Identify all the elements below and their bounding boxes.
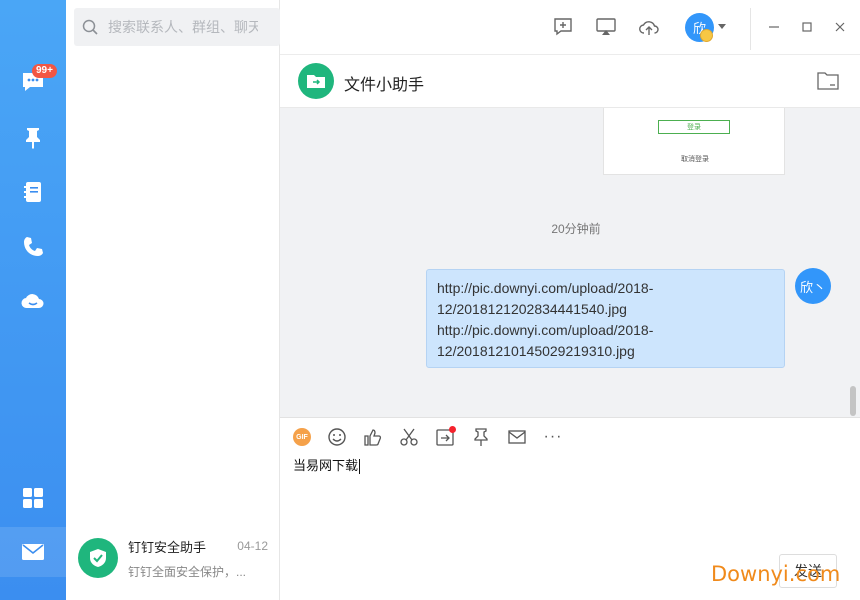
security-assistant-avatar bbox=[78, 538, 118, 578]
left-navigation: 99+ bbox=[0, 0, 66, 600]
share-button[interactable] bbox=[434, 426, 456, 448]
draft-text[interactable]: 当易网下载 bbox=[293, 458, 358, 473]
cloud-icon bbox=[21, 294, 44, 309]
timestamp-text: 20分钟前 bbox=[551, 222, 601, 236]
file-assistant-avatar[interactable] bbox=[298, 63, 334, 99]
sender-avatar[interactable]: 欣丶 bbox=[795, 268, 831, 304]
close-icon bbox=[835, 22, 845, 32]
image-login-button: 登录 bbox=[658, 120, 730, 134]
scissors-icon bbox=[400, 428, 418, 446]
conversation-list: 钉钉安全助手 04-12 钉钉全面安全保护，... bbox=[66, 0, 341, 600]
new-chat-button[interactable] bbox=[551, 15, 575, 39]
nav-calls[interactable] bbox=[0, 223, 66, 271]
phone-icon bbox=[24, 237, 43, 256]
nav-messages[interactable]: 99+ bbox=[0, 58, 66, 106]
like-button[interactable] bbox=[362, 426, 384, 448]
more-icon: ··· bbox=[543, 428, 563, 445]
image-message[interactable]: 登录 取消登录 bbox=[603, 108, 785, 175]
conversation-date: 04-12 bbox=[237, 539, 268, 553]
message-bubble[interactable]: http://pic.downyi.com/upload/2018- 12/20… bbox=[426, 269, 785, 368]
message-line[interactable]: http://pic.downyi.com/upload/2018- bbox=[437, 320, 774, 341]
toolbar-divider bbox=[750, 8, 751, 50]
mail-icon bbox=[22, 544, 44, 560]
message-input[interactable]: 当易网下载 bbox=[293, 455, 361, 475]
message-scrollbar[interactable] bbox=[850, 386, 856, 416]
screenshot-button[interactable] bbox=[398, 426, 420, 448]
minimize-button[interactable] bbox=[764, 17, 784, 37]
gif-button[interactable]: GIF bbox=[291, 426, 313, 448]
emoji-button[interactable] bbox=[326, 426, 348, 448]
unread-badge: 99+ bbox=[32, 64, 57, 78]
text-cursor bbox=[359, 459, 361, 475]
status-emoji-icon bbox=[700, 29, 713, 42]
notification-dot bbox=[449, 426, 456, 433]
cloud-upload-icon bbox=[639, 21, 659, 35]
pin-message-button[interactable] bbox=[470, 426, 492, 448]
shield-check-icon bbox=[90, 549, 106, 567]
nav-pinned[interactable] bbox=[0, 113, 66, 161]
email-button[interactable] bbox=[506, 426, 528, 448]
close-button[interactable] bbox=[830, 17, 850, 37]
message-area: 登录 取消登录 20分钟前 http://pic.downyi.com/uplo… bbox=[280, 108, 860, 417]
message-line[interactable]: 12/20181210145029219310.jpg bbox=[437, 341, 774, 362]
nav-contacts[interactable] bbox=[0, 168, 66, 216]
pushpin-icon bbox=[474, 428, 488, 446]
minimize-icon bbox=[769, 26, 779, 28]
maximize-button[interactable] bbox=[797, 17, 817, 37]
message-line[interactable]: 12/20181212028344415​40.jpg bbox=[437, 299, 774, 320]
conversation-item[interactable]: 钉钉安全助手 04-12 钉钉全面安全保护，... bbox=[66, 528, 276, 588]
message-line[interactable]: http://pic.downyi.com/upload/2018- bbox=[437, 278, 774, 299]
gif-icon: GIF bbox=[293, 428, 311, 446]
conversation-preview: 钉钉全面安全保护，... bbox=[128, 564, 247, 579]
image-cancel-text: 取消登录 bbox=[681, 156, 709, 163]
folder-transfer-icon bbox=[307, 75, 325, 88]
search-icon bbox=[82, 19, 98, 35]
message-timestamp: 20分钟前 bbox=[280, 220, 860, 237]
thumbs-up-icon bbox=[364, 429, 382, 446]
emoji-icon bbox=[328, 428, 346, 446]
chat-header: 文件小助手 bbox=[280, 54, 860, 108]
screen-cast-icon bbox=[596, 18, 616, 35]
screen-share-button[interactable] bbox=[594, 15, 618, 39]
folder-icon[interactable] bbox=[816, 70, 840, 92]
conversation-name: 钉钉安全助手 bbox=[128, 539, 207, 555]
pin-icon bbox=[26, 128, 40, 149]
nav-mail[interactable] bbox=[0, 527, 66, 577]
more-options-button[interactable]: ··· bbox=[542, 426, 564, 448]
watermark: Downyi.com bbox=[711, 562, 841, 586]
apps-grid-icon bbox=[23, 488, 43, 508]
search-input[interactable] bbox=[108, 19, 258, 35]
search-box bbox=[74, 8, 280, 46]
envelope-icon bbox=[508, 430, 526, 444]
maximize-icon bbox=[802, 22, 812, 32]
nav-cloud[interactable] bbox=[0, 277, 66, 325]
user-menu-caret-icon[interactable] bbox=[718, 24, 726, 29]
contacts-book-icon bbox=[24, 182, 41, 202]
add-message-icon bbox=[554, 18, 572, 36]
chat-title: 文件小助手 bbox=[344, 77, 425, 94]
nav-apps[interactable] bbox=[0, 474, 66, 522]
top-toolbar: 欣 bbox=[280, 0, 860, 54]
cloud-upload-button[interactable] bbox=[637, 15, 661, 39]
